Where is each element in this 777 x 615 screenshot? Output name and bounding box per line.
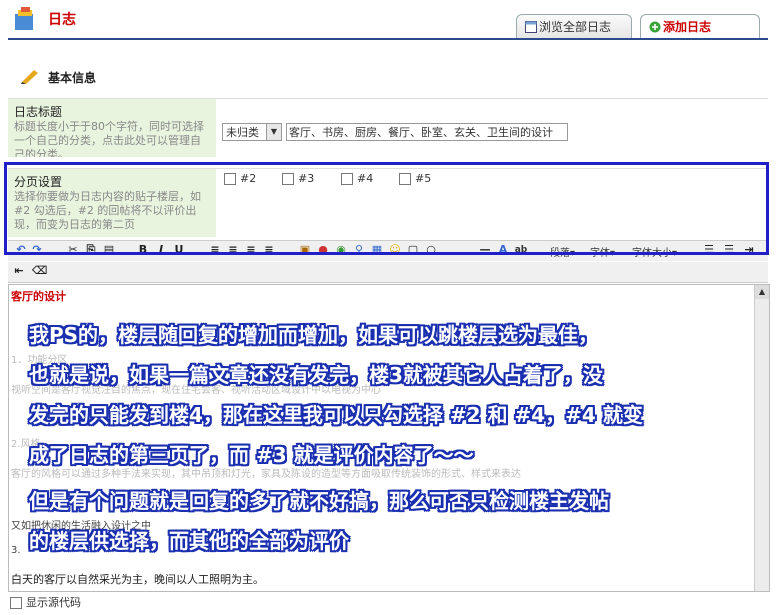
editor-content-title: 客厅的设计	[11, 290, 66, 303]
show-source-label: 显示源代码	[26, 596, 81, 609]
editor-bottom-text: 白天的客厅以自然采光为主，晚间以人工照明为主。	[11, 573, 264, 586]
editor-scrollbar[interactable]: ▲	[754, 285, 769, 591]
show-source-toggle[interactable]: 显示源代码	[10, 594, 81, 610]
checkbox-box	[10, 597, 22, 609]
blog-title-label-cell: 日志标题 标题长度小于于80个字符，同时可选择一个自己的分类，点击此处可以管理自…	[8, 99, 216, 157]
chevron-down-icon: ▼	[266, 124, 281, 140]
blog-title-hint: 标题长度小于于80个字符，同时可选择一个自己的分类，点击此处可以管理自己的分类。	[14, 120, 204, 157]
scroll-up-icon[interactable]: ▲	[755, 285, 769, 299]
annotation-highlight-frame	[4, 162, 769, 255]
app-title: 日志	[48, 12, 76, 28]
tab-browse-all[interactable]: 浏览全部日志	[516, 14, 632, 38]
tab-add-blog[interactable]: 添加日志	[640, 14, 760, 38]
pencil-icon	[21, 70, 38, 84]
overlay-annotation-line: 但是有个问题就是回复的多了就不好搞，那么可否只检测楼主发帖	[29, 489, 609, 513]
ghost-text: 3.	[11, 545, 21, 556]
overlay-annotation-line: 也就是说，如果一篇文章还没有发完，楼3就被其它人占着了，没	[29, 363, 603, 387]
notebook-logo-icon	[15, 7, 33, 30]
category-select[interactable]: 未归类 ▼	[222, 123, 282, 141]
clear-format-icon[interactable]: ⌫	[32, 264, 48, 278]
overlay-annotation-line: 成了日志的第三页了，而 #3 就是评价内容了～～	[29, 443, 474, 467]
section-title: 基本信息	[48, 71, 97, 85]
window-icon	[525, 21, 537, 33]
add-circle-icon	[649, 21, 661, 33]
category-value: 未归类	[226, 126, 259, 139]
overlay-annotation-line: 发完的只能发到楼4，那在这里我可以只勾选择 #2 和 #4，#4 就变	[29, 403, 643, 427]
overlay-annotation-line: 我PS的，楼层随回复的增加而增加，如果可以跳楼层选为最佳，	[29, 323, 599, 347]
overlay-annotation-line: 的楼层供选择，而其他的全部为评价	[29, 529, 349, 553]
tab-browse-label: 浏览全部日志	[539, 20, 612, 34]
header-divider	[8, 38, 768, 40]
blog-title-label: 日志标题	[14, 105, 63, 119]
blog-title-input[interactable]: 客厅、书房、厨房、餐厅、卧室、玄关、卫生间的设计	[286, 123, 568, 141]
outdent-icon[interactable]: ⇤	[12, 264, 26, 278]
tab-add-label: 添加日志	[663, 20, 712, 34]
content-editor[interactable]: 客厅的设计 1．功能分区 视听空间是客厅视觉注目的焦点，现在住宅会客、视听活动区…	[8, 284, 770, 592]
header: 日志 浏览全部日志 添加日志	[0, 0, 777, 40]
editor-toolbar-secondary: ⇤ ⌫	[8, 262, 768, 283]
